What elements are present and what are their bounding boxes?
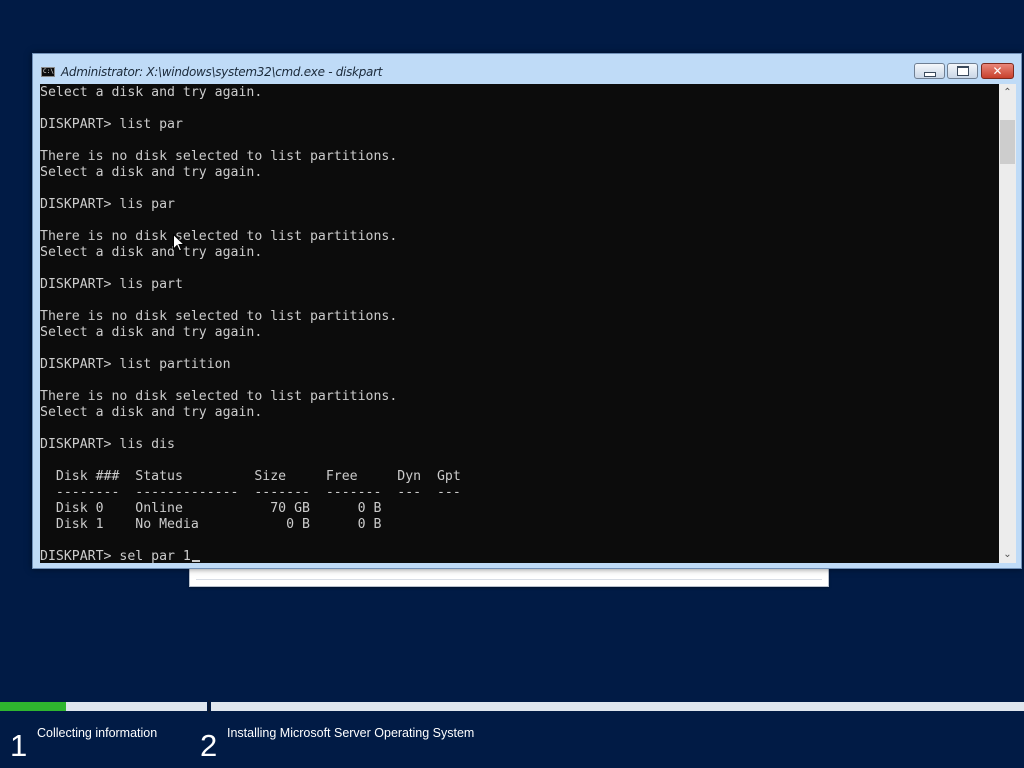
- step-2-label: Installing Microsoft Server Operating Sy…: [227, 726, 475, 740]
- scroll-thumb[interactable]: [1000, 120, 1015, 164]
- progress-step-2: [211, 702, 1024, 711]
- text-cursor: [192, 560, 200, 562]
- cmd-window[interactable]: C:\ Administrator: X:\windows\system32\c…: [32, 53, 1022, 569]
- mouse-pointer-icon: [173, 234, 185, 252]
- progress-divider: [208, 700, 210, 713]
- setup-desktop: { "window": { "title": "Administrator: X…: [0, 0, 1024, 768]
- maximize-button[interactable]: [947, 63, 978, 79]
- window-title: Administrator: X:\windows\system32\cmd.e…: [61, 65, 383, 79]
- title-bar[interactable]: C:\ Administrator: X:\windows\system32\c…: [33, 54, 1021, 84]
- step-2-number: 2: [200, 728, 218, 763]
- maximize-icon: [956, 66, 969, 76]
- progress-step-1: [0, 702, 207, 711]
- step-1-number: 1: [10, 728, 28, 763]
- scroll-down-arrow[interactable]: ⌄: [999, 546, 1016, 563]
- console-output[interactable]: Select a disk and try again. DISKPART> l…: [40, 84, 999, 563]
- minimize-icon: [923, 71, 936, 77]
- vertical-scrollbar[interactable]: ⌃ ⌄: [999, 84, 1016, 563]
- cmd-app-icon[interactable]: C:\: [41, 67, 55, 77]
- progress-fill-step-1: [0, 702, 67, 711]
- scroll-up-arrow[interactable]: ⌃: [999, 84, 1016, 101]
- minimize-button[interactable]: [914, 63, 945, 79]
- step-1-label: Collecting information: [37, 726, 158, 740]
- console-text: Select a disk and try again. DISKPART> l…: [40, 85, 461, 563]
- close-icon: ✕: [992, 64, 1003, 78]
- close-button[interactable]: ✕: [981, 63, 1014, 79]
- setup-dialog-panel: [189, 566, 829, 587]
